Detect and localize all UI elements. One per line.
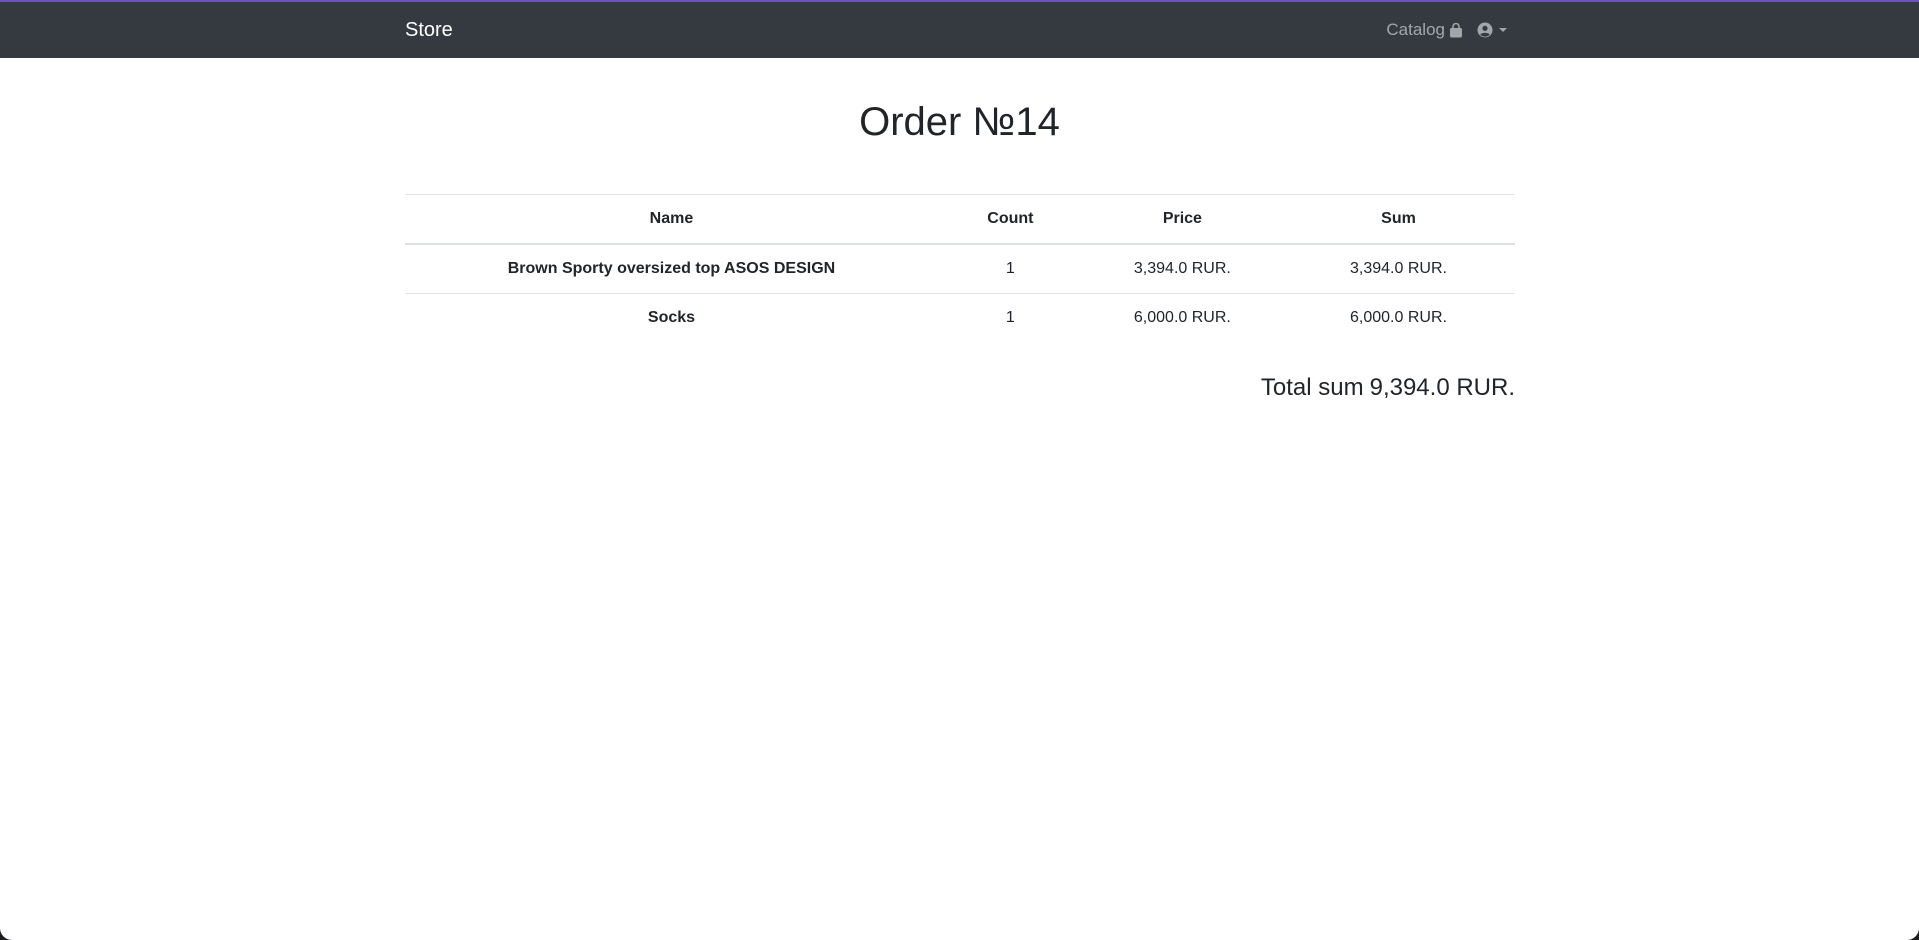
item-count: 1 [937, 293, 1083, 342]
total-sum: Total sum 9,394.0 RUR. [1261, 372, 1515, 404]
column-header-sum: Sum [1281, 194, 1515, 245]
table-header-row: Name Count Price Sum [405, 194, 1515, 245]
catalog-link[interactable]: Catalog [1386, 20, 1463, 40]
shopping-bag-icon [1449, 22, 1463, 38]
navbar-right: Catalog [1386, 18, 1507, 42]
user-circle-icon [1477, 22, 1493, 38]
item-price: 3,394.0 RUR. [1133, 260, 1231, 277]
column-header-count: Count [937, 194, 1083, 245]
page-title: Order №14 [859, 100, 1060, 144]
item-sum: 3,394.0 RUR. [1350, 260, 1447, 277]
total-sum-label: Total sum [1260, 374, 1364, 401]
brand-link[interactable]: Store [405, 18, 453, 42]
column-header-name: Name [405, 194, 938, 245]
browser-window: Store Catalog Order №14 Name Count Price… [0, 0, 1919, 940]
caret-down-icon [1499, 28, 1507, 32]
item-price: 6,000.0 RUR. [1082, 293, 1282, 342]
total-sum-value: 9,394.0 RUR. [1369, 374, 1515, 401]
item-name: Socks [405, 293, 938, 342]
table-row: Socks 1 6,000.0 RUR. 6,000.0 RUR. [405, 293, 1515, 342]
item-count: 1 [1005, 260, 1015, 277]
column-header-price: Price [1082, 194, 1282, 245]
item-name: Brown Sporty oversized top ASOS DESIGN [507, 260, 836, 277]
catalog-label: Catalog [1386, 20, 1445, 39]
table-row: Brown Sporty oversized top ASOS DESIGN 1… [405, 244, 1515, 294]
user-menu-toggle[interactable] [1477, 22, 1507, 38]
order-items-table: Name Count Price Sum Brown Sporty oversi… [405, 194, 1515, 342]
navbar: Store Catalog [0, 2, 1919, 58]
item-sum: 6,000.0 RUR. [1281, 293, 1515, 342]
